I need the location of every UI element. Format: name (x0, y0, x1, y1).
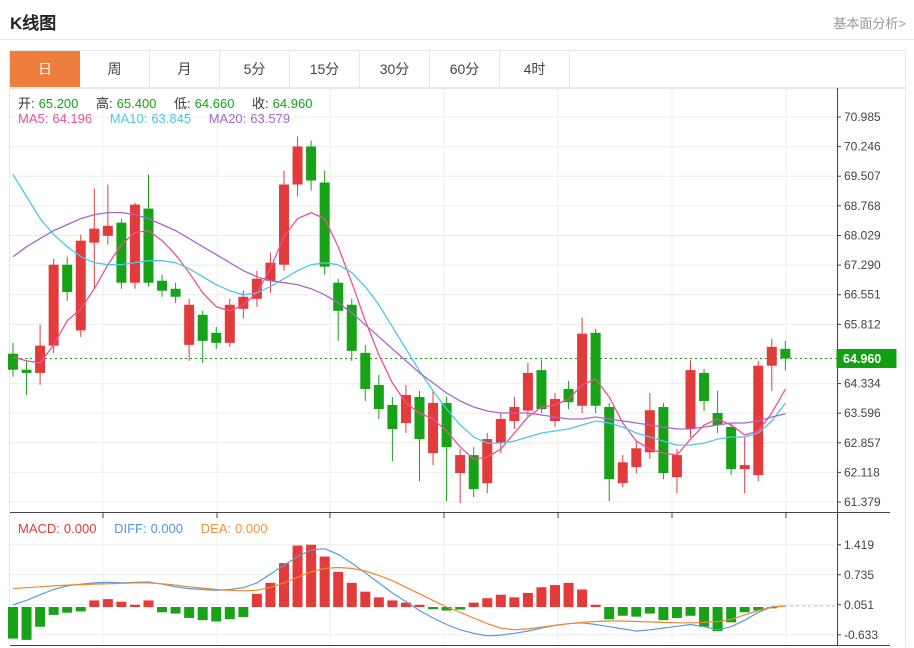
kline-chart-canvas[interactable]: 70.985 70.246 69.507 68.768 68.029 67.290 66.5… (0, 88, 914, 648)
close-label: 收: (252, 96, 269, 111)
svg-text:63.596: 63.596 (844, 406, 881, 420)
ma5-value: 64.196 (52, 111, 92, 126)
high-value: 65.400 (117, 96, 157, 111)
period-tabbar: 日 周 月 5分 15分 30分 60分 4时 (9, 50, 906, 88)
page-title: K线图 (10, 9, 56, 34)
tab-30min[interactable]: 30分 (360, 51, 430, 87)
low-label: 低: (174, 96, 191, 111)
diff-label: DIFF: (114, 521, 147, 536)
tab-week[interactable]: 周 (80, 51, 150, 87)
tab-day[interactable]: 日 (10, 51, 80, 87)
macd-label: MACD: (18, 521, 60, 536)
svg-text:69.507: 69.507 (844, 169, 881, 183)
ma10-label: MA10: (110, 111, 148, 126)
macd-legend: MACD: 0.000 DIFF: 0.000 DEA: 0.000 (18, 521, 272, 536)
svg-text:62.857: 62.857 (844, 436, 881, 450)
tab-5min[interactable]: 5分 (220, 51, 290, 87)
low-value: 64.660 (195, 96, 235, 111)
macd-value: 0.000 (64, 521, 97, 536)
tab-15min[interactable]: 15分 (290, 51, 360, 87)
dea-label: DEA: (201, 521, 231, 536)
tab-month[interactable]: 月 (150, 51, 220, 87)
svg-text:61.379: 61.379 (844, 495, 881, 509)
ma20-label: MA20: (209, 111, 247, 126)
high-label: 高: (96, 96, 113, 111)
open-label: 开: (18, 96, 35, 111)
kline-page: { "header": { "title": "K线图", "link": "基… (0, 0, 914, 648)
ma10-value: 63.845 (151, 111, 191, 126)
svg-text:0.051: 0.051 (844, 598, 874, 612)
diff-value: 0.000 (151, 521, 184, 536)
svg-text:67.290: 67.290 (844, 258, 881, 272)
svg-text:62.118: 62.118 (844, 465, 880, 479)
close-value: 64.960 (273, 96, 313, 111)
svg-text:70.985: 70.985 (844, 110, 881, 124)
fundamental-analysis-link[interactable]: 基本面分析> (833, 13, 906, 32)
header: K线图 基本面分析> (0, 0, 914, 40)
svg-text:66.551: 66.551 (844, 288, 881, 302)
svg-text:64.960: 64.960 (843, 352, 881, 366)
dea-value: 0.000 (235, 521, 268, 536)
ma20-value: 63.579 (250, 111, 290, 126)
svg-text:68.768: 68.768 (844, 199, 881, 213)
svg-text:65.812: 65.812 (844, 317, 881, 331)
ma-legend: MA5: 64.196 MA10:63.845 MA20:63.579 (18, 111, 294, 126)
tab-60min[interactable]: 60分 (430, 51, 500, 87)
svg-text:-0.633: -0.633 (844, 628, 878, 642)
open-value: 65.200 (39, 96, 79, 111)
svg-text:1.419: 1.419 (844, 538, 874, 552)
svg-text:64.334: 64.334 (844, 377, 881, 391)
ohlc-legend: 开: 65.200 高: 65.400 低: 64.660 收: 64.960 (18, 93, 316, 112)
svg-text:0.735: 0.735 (844, 568, 874, 582)
tab-4hour[interactable]: 4时 (500, 51, 570, 87)
ma5-label: MA5: (18, 111, 48, 126)
svg-text:68.029: 68.029 (844, 228, 881, 242)
svg-text:70.246: 70.246 (844, 140, 881, 154)
